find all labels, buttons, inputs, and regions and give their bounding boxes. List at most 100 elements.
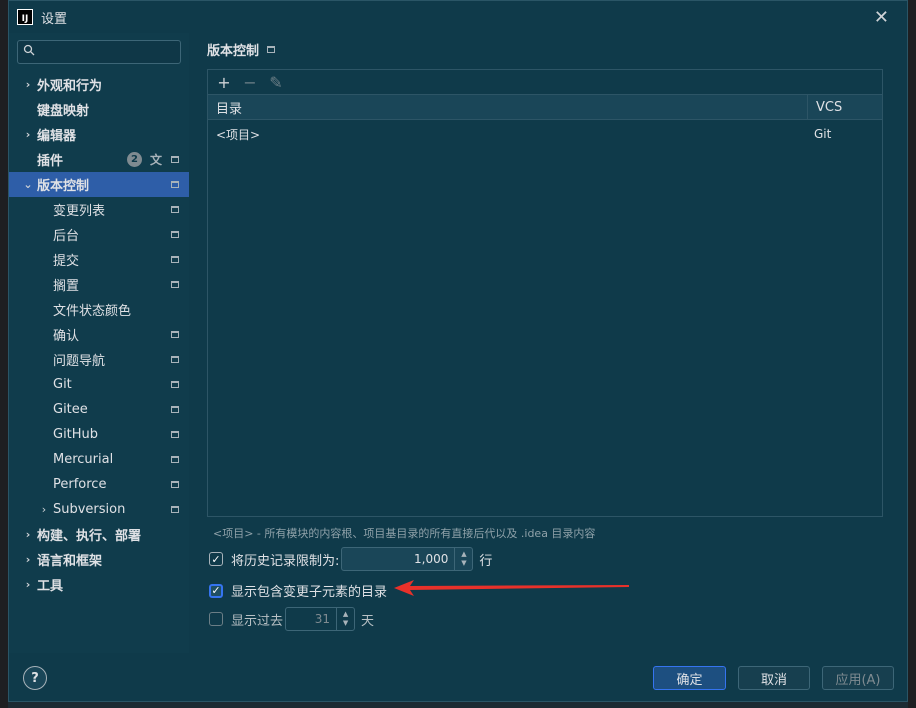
project-settings-icon xyxy=(171,456,179,463)
sidebar-item-label: Perforce xyxy=(53,477,107,492)
settings-sidebar: › 外观和行为 键盘映射 › 编辑器 插件 2 文 ⌄ 版本控制 变更列表 后台… xyxy=(9,33,189,653)
sidebar-item-label: Gitee xyxy=(53,402,88,417)
breadcrumb: 版本控制 xyxy=(207,40,276,59)
mapping-hint: <项目> - 所有模块的内容根、项目基目录的所有直接后代以及 .idea 目录内… xyxy=(213,527,596,540)
edit-icon[interactable]: ✎ xyxy=(268,73,284,92)
sidebar-item-issue-navigation[interactable]: 问题导航 xyxy=(9,347,189,372)
sidebar-item-label: GitHub xyxy=(53,427,99,442)
page-title: 版本控制 xyxy=(207,44,260,59)
cancel-button[interactable]: 取消 xyxy=(738,666,810,690)
apply-button[interactable]: 应用(A) xyxy=(822,666,894,690)
show-past-input[interactable]: 31 ▲ ▼ xyxy=(285,607,356,631)
sidebar-item-label: 文件状态颜色 xyxy=(53,304,132,319)
sidebar-item-label: 构建、执行、部署 xyxy=(37,529,142,544)
history-limit-label: 将历史记录限制为: xyxy=(231,553,340,569)
project-settings-icon xyxy=(171,256,179,263)
project-settings-icon xyxy=(171,431,179,438)
main-panel: 版本控制 + − ✎ 目录 VCS <项目> Git <项目> - 所有模块的内… xyxy=(207,33,897,653)
column-header-vcs[interactable]: VCS xyxy=(808,95,842,119)
sidebar-item-github[interactable]: GitHub xyxy=(9,422,189,447)
window-title: 设置 xyxy=(41,11,68,27)
project-settings-icon xyxy=(171,231,179,238)
search-input[interactable] xyxy=(17,40,181,64)
history-limit-checkbox[interactable]: ✓ xyxy=(209,552,223,566)
remove-icon[interactable]: − xyxy=(242,73,258,92)
spinner-arrows-icon[interactable]: ▲ ▼ xyxy=(454,548,472,570)
chevron-right-icon[interactable]: › xyxy=(22,553,34,566)
settings-dialog: IJ 设置 ✕ › 外观和行为 键盘映射 › 编辑器 插件 2 文 ⌄ 版本控制… xyxy=(8,0,908,702)
cell-directory: <项目> xyxy=(216,127,261,142)
annotation-arrow-icon xyxy=(394,580,629,596)
show-dirs-label: 显示包含变更子元素的目录 xyxy=(231,585,388,600)
sidebar-item-confirmation[interactable]: 确认 xyxy=(9,322,189,347)
sidebar-item-label: 确认 xyxy=(53,329,80,344)
sidebar-item-changelists[interactable]: 变更列表 xyxy=(9,197,189,222)
intellij-icon: IJ xyxy=(17,9,33,25)
spinner-arrows-icon[interactable]: ▲ ▼ xyxy=(336,608,354,630)
project-settings-icon xyxy=(171,506,179,513)
show-past-checkbox[interactable] xyxy=(209,612,223,626)
sidebar-item-label: 语言和框架 xyxy=(37,554,103,569)
project-settings-icon xyxy=(171,331,179,338)
sidebar-item-label: 版本控制 xyxy=(37,179,90,194)
settings-tree: › 外观和行为 键盘映射 › 编辑器 插件 2 文 ⌄ 版本控制 变更列表 后台… xyxy=(9,72,189,597)
column-header-directory[interactable]: 目录 xyxy=(208,95,808,119)
history-limit-option: ✓ 将历史记录限制为: 1,000 ▲ ▼ 行 xyxy=(209,547,492,571)
sidebar-item-appearance[interactable]: › 外观和行为 xyxy=(9,72,189,97)
sidebar-item-shelf[interactable]: 搁置 xyxy=(9,272,189,297)
background-ide-right xyxy=(908,0,916,708)
sidebar-item-editor[interactable]: › 编辑器 xyxy=(9,122,189,147)
show-dirs-checkbox[interactable]: ✓ xyxy=(209,583,223,598)
sidebar-item-plugins[interactable]: 插件 2 文 xyxy=(9,147,189,172)
search-icon xyxy=(23,44,35,56)
history-limit-input[interactable]: 1,000 ▲ ▼ xyxy=(341,547,474,571)
sidebar-item-label: 后台 xyxy=(53,229,80,244)
chevron-right-icon[interactable]: › xyxy=(38,503,50,516)
cell-vcs: Git xyxy=(814,127,832,141)
sidebar-item-background[interactable]: 后台 xyxy=(9,222,189,247)
project-settings-icon xyxy=(171,406,179,413)
project-settings-icon xyxy=(171,481,179,488)
project-settings-icon xyxy=(171,356,179,363)
chevron-right-icon[interactable]: › xyxy=(22,78,34,91)
sidebar-item-gitee[interactable]: Gitee xyxy=(9,397,189,422)
sidebar-item-build[interactable]: › 构建、执行、部署 xyxy=(9,522,189,547)
update-count-badge: 2 xyxy=(127,152,142,167)
show-past-label: 显示过去 xyxy=(231,613,284,629)
chevron-right-icon[interactable]: › xyxy=(22,578,34,591)
chevron-down-icon[interactable]: ⌄ xyxy=(22,178,34,191)
sidebar-item-label: Mercurial xyxy=(53,452,114,467)
background-ide-left xyxy=(0,0,8,708)
show-past-option: 显示过去 31 ▲ ▼ 天 xyxy=(209,607,374,631)
sidebar-item-keymap[interactable]: 键盘映射 xyxy=(9,97,189,122)
chevron-right-icon[interactable]: › xyxy=(22,128,34,141)
show-past-value: 31 xyxy=(314,612,331,626)
close-icon[interactable]: ✕ xyxy=(874,7,889,28)
sidebar-item-label: 键盘映射 xyxy=(37,104,90,119)
sidebar-item-label: 变更列表 xyxy=(53,204,106,219)
sidebar-item-label: 问题导航 xyxy=(53,354,106,369)
sidebar-item-commit[interactable]: 提交 xyxy=(9,247,189,272)
table-toolbar: + − ✎ xyxy=(208,70,882,94)
sidebar-item-mercurial[interactable]: Mercurial xyxy=(9,447,189,472)
show-past-unit: 天 xyxy=(361,613,375,629)
sidebar-item-version-control[interactable]: ⌄ 版本控制 xyxy=(9,172,189,197)
sidebar-item-label: 编辑器 xyxy=(37,129,77,144)
sidebar-item-tools[interactable]: › 工具 xyxy=(9,572,189,597)
sidebar-item-label: 工具 xyxy=(37,579,64,594)
sidebar-item-subversion[interactable]: › Subversion xyxy=(9,497,189,522)
help-button[interactable]: ? xyxy=(23,666,47,690)
sidebar-item-git[interactable]: Git xyxy=(9,372,189,397)
ok-button[interactable]: 确定 xyxy=(653,666,726,690)
add-icon[interactable]: + xyxy=(216,73,232,92)
sidebar-item-perforce[interactable]: Perforce xyxy=(9,472,189,497)
table-row[interactable]: <项目> Git xyxy=(208,120,882,148)
project-settings-icon xyxy=(171,206,179,213)
sidebar-item-file-status-colors[interactable]: 文件状态颜色 xyxy=(9,297,189,322)
project-settings-icon xyxy=(171,156,179,163)
project-settings-icon xyxy=(171,281,179,288)
sidebar-item-label: 搁置 xyxy=(53,279,80,294)
sidebar-item-languages[interactable]: › 语言和框架 xyxy=(9,547,189,572)
sidebar-item-label: Subversion xyxy=(53,502,126,517)
chevron-right-icon[interactable]: › xyxy=(22,528,34,541)
